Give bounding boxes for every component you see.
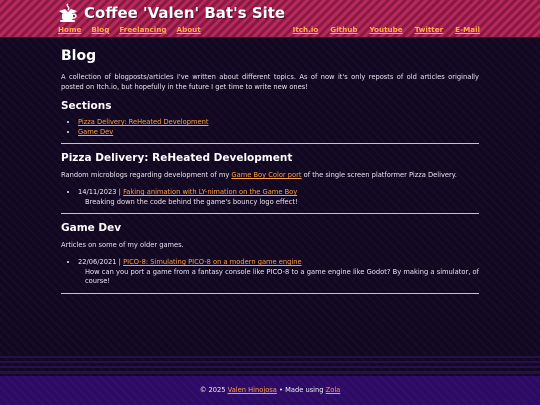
list-item: Game Dev	[78, 128, 479, 138]
section-link-game-dev[interactable]: Game Dev	[78, 128, 113, 136]
divider	[61, 292, 479, 294]
zola-link[interactable]: Zola	[326, 386, 341, 394]
pizza-section-heading: Pizza Delivery: ReHeated Development	[61, 152, 293, 164]
nav-home-link[interactable]: Home	[58, 25, 81, 34]
page-title: Blog	[61, 48, 97, 64]
made-using-text: • Made using	[276, 386, 326, 394]
coffee-cup-logo-icon	[59, 3, 77, 22]
pizza-post-list: 14/11/2023 | Faking animation with LY-ni…	[61, 188, 479, 207]
nav-youtube-link[interactable]: Youtube	[369, 25, 402, 34]
section-link-pizza-delivery[interactable]: Pizza Delivery: ReHeated Development	[78, 118, 208, 126]
author-link[interactable]: Valen Hinojosa	[228, 386, 277, 394]
nav-freelancing-link[interactable]: Freelancing	[119, 25, 166, 34]
post-item: 14/11/2023 | Faking animation with LY-ni…	[78, 188, 479, 207]
blog-intro: A collection of blogposts/articles I've …	[61, 73, 479, 91]
nav-twitter-link[interactable]: Twitter	[415, 25, 444, 34]
gameboy-port-link[interactable]: Game Boy Color port	[231, 171, 301, 179]
post-date: 14/11/2023	[78, 188, 117, 196]
site-footer: © 2025 Valen Hinojosa • Made using Zola	[0, 376, 540, 405]
description-text: Random microblogs regarding development …	[61, 171, 232, 179]
post-summary: How can you port a game from a fantasy c…	[85, 267, 479, 286]
copyright-text: © 2025	[199, 386, 228, 394]
gamedev-section-description: Articles on some of my older games.	[61, 241, 184, 249]
pizza-section-description: Random microblogs regarding development …	[61, 170, 479, 180]
main-nav: Home Blog Freelancing About	[58, 25, 211, 34]
sections-heading: Sections	[61, 100, 112, 112]
footer-stripe	[0, 371, 540, 374]
social-nav: Itch.io Github Youtube Twitter E-Mail	[281, 25, 480, 34]
post-link-pico8[interactable]: PICO-8: Simulating PICO-8 on a modern ga…	[123, 258, 302, 266]
footer-stripe	[0, 356, 540, 358]
footer-text: © 2025 Valen Hinojosa • Made using Zola	[0, 386, 540, 394]
list-item: Pizza Delivery: ReHeated Development	[78, 118, 479, 128]
post-link-ly-nimation[interactable]: Faking animation with LY-nimation on the…	[123, 188, 297, 196]
nav-about-link[interactable]: About	[177, 25, 201, 34]
nav-github-link[interactable]: Github	[330, 25, 357, 34]
divider	[61, 143, 479, 144]
post-date: 22/06/2021	[78, 258, 117, 266]
site-title[interactable]: Coffee 'Valen' Bat's Site	[84, 4, 285, 22]
nav-itchio-link[interactable]: Itch.io	[293, 25, 319, 34]
gamedev-section-heading: Game Dev	[61, 222, 122, 234]
main-content: Blog A collection of blogposts/articles …	[61, 46, 479, 302]
footer-stripe	[0, 366, 540, 368]
nav-email-link[interactable]: E-Mail	[455, 25, 480, 34]
post-summary: Breaking down the code behind the game's…	[85, 197, 298, 206]
description-text: of the single screen platformer Pizza De…	[301, 171, 457, 179]
footer-stripe	[0, 361, 540, 363]
site-logo-link[interactable]: Coffee 'Valen' Bat's Site	[57, 3, 285, 23]
gamedev-post-list: 22/06/2021 | PICO-8: Simulating PICO-8 o…	[61, 258, 479, 287]
post-item: 22/06/2021 | PICO-8: Simulating PICO-8 o…	[78, 258, 479, 287]
nav-blog-link[interactable]: Blog	[91, 25, 109, 34]
divider	[61, 213, 479, 214]
sections-list: Pizza Delivery: ReHeated Development Gam…	[61, 118, 479, 137]
site-header: Coffee 'Valen' Bat's Site Home Blog Free…	[0, 0, 540, 37]
